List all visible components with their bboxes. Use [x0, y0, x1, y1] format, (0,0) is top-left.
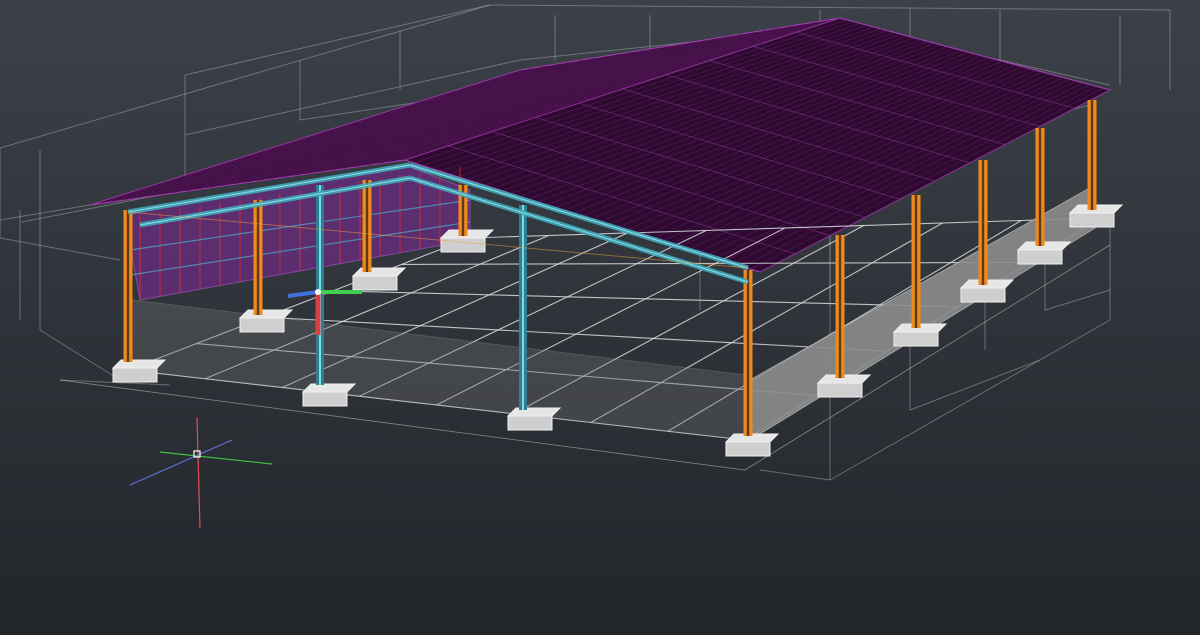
footing[interactable]: [302, 391, 348, 407]
column-web: [981, 160, 985, 285]
footing[interactable]: [112, 367, 158, 383]
column-web: [746, 270, 750, 436]
column-web: [1090, 100, 1094, 210]
footing[interactable]: [893, 331, 939, 347]
column-web: [1038, 128, 1042, 246]
footing[interactable]: [725, 441, 771, 457]
footing[interactable]: [1069, 212, 1115, 228]
footing[interactable]: [960, 287, 1006, 303]
footing-top[interactable]: [506, 407, 562, 417]
gizmo-center[interactable]: [315, 289, 321, 295]
footing-top[interactable]: [238, 309, 294, 319]
footing[interactable]: [440, 237, 486, 253]
portal-column-flange: [522, 205, 524, 410]
footing-top[interactable]: [301, 383, 357, 393]
column-web: [914, 195, 918, 328]
model-viewport[interactable]: [0, 0, 1200, 635]
footing[interactable]: [1017, 249, 1063, 265]
footing[interactable]: [817, 382, 863, 398]
footing[interactable]: [239, 317, 285, 333]
3d-scene[interactable]: [0, 0, 1200, 635]
footing[interactable]: [507, 415, 553, 431]
footing[interactable]: [352, 275, 398, 291]
footing-top[interactable]: [111, 359, 167, 369]
column-web: [365, 180, 369, 272]
column-web: [126, 210, 130, 362]
column-web: [256, 200, 260, 315]
portal-column-flange: [319, 185, 321, 385]
column-web: [838, 235, 842, 378]
footing-top[interactable]: [351, 267, 407, 277]
